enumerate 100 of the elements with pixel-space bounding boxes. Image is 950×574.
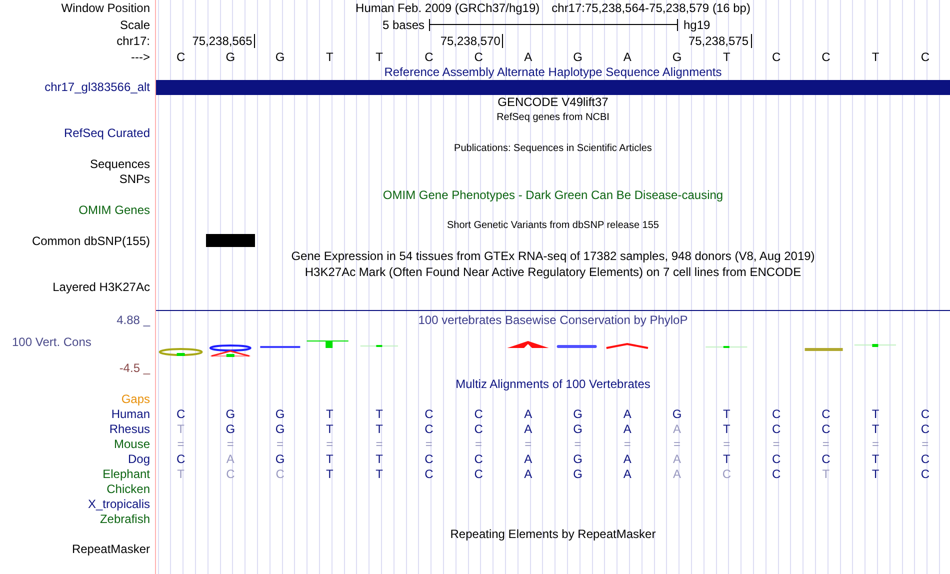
aligned-base: C <box>920 453 930 466</box>
aligned-base: T <box>822 468 830 480</box>
species-label: Dog <box>128 453 150 466</box>
base-letter: A <box>524 50 532 62</box>
species-label: Mouse <box>114 438 150 450</box>
base-letter: C <box>424 50 434 62</box>
track-label: RefSeq Curated <box>64 127 150 140</box>
track-label: chr17: <box>116 35 150 47</box>
aligned-base: = <box>376 438 383 450</box>
aligned-base: A <box>623 423 632 436</box>
alignment-bar[interactable] <box>156 80 950 95</box>
aligned-base: A <box>524 408 532 420</box>
aligned-base: A <box>623 453 632 466</box>
conservation-mark <box>306 340 349 348</box>
position-tick: 75,238,565 <box>192 34 256 48</box>
aligned-base: A <box>673 453 682 466</box>
track-label: SNPs <box>119 173 150 186</box>
aligned-base: T <box>376 408 383 420</box>
track-subtitle: RefSeq genes from NCBI <box>496 112 610 123</box>
base-letter: G <box>573 50 582 62</box>
aligned-base: C <box>424 423 434 436</box>
aligned-base: = <box>674 438 681 450</box>
position-tick: 75,238,570 <box>440 34 504 48</box>
conservation-mark <box>854 344 896 347</box>
aligned-base: G <box>275 423 285 436</box>
aligned-base: C <box>176 408 186 420</box>
aligned-base: T <box>872 453 880 466</box>
conservation-mark <box>260 346 300 348</box>
aligned-base: C <box>920 468 930 480</box>
aligned-base: = <box>425 438 432 450</box>
track-label: Layered H3K27Ac <box>52 281 150 294</box>
track-label: Scale <box>120 18 150 30</box>
track-subtitle: Short Genetic Variants from dbSNP release 155 <box>447 220 659 231</box>
track-label: Sequences <box>90 158 150 170</box>
aligned-base: C <box>176 453 186 466</box>
aligned-base: C <box>772 468 781 480</box>
base-letter: C <box>176 50 186 62</box>
track-label: Window Position <box>61 2 150 14</box>
track-label: OMIM Genes <box>78 204 150 216</box>
species-label: Rhesus <box>109 423 150 436</box>
aligned-base: = <box>574 438 582 450</box>
base-letter: T <box>326 50 334 62</box>
track-subtitle: Publications: Sequences in Scientific Articles <box>454 144 652 154</box>
species-label: Zebrafish <box>100 513 150 526</box>
aligned-base: A <box>524 423 532 436</box>
aligned-base: T <box>723 408 730 420</box>
track-title: H3K27Ac Mark (Often Found Near Active Regulatory Elements) on 7 cell lines from ENCODE <box>304 266 802 278</box>
track-title: Reference Assembly Alternate Haplotype Sequence Alignments <box>384 66 722 78</box>
aligned-base: C <box>920 423 930 436</box>
track-label: chr17_gl383566_alt <box>44 81 150 94</box>
aligned-base: T <box>872 468 880 480</box>
aligned-base: T <box>872 408 880 420</box>
aligned-base: T <box>872 423 880 436</box>
conservation-mark <box>804 348 843 351</box>
aligned-base: = <box>723 438 730 450</box>
aligned-base: T <box>376 468 383 480</box>
axis-min-label: -4.5 _ <box>119 362 150 376</box>
base-letter: C <box>822 50 830 62</box>
aligned-base: T <box>326 468 334 480</box>
aligned-base: T <box>326 423 334 436</box>
aligned-base: C <box>822 453 830 466</box>
aligned-base: G <box>226 408 236 420</box>
aligned-base: C <box>822 423 830 436</box>
aligned-base: A <box>673 423 682 436</box>
scale-text: 5 bases <box>382 18 426 30</box>
aligned-base: A <box>226 453 234 466</box>
aligned-base: C <box>772 423 781 436</box>
assembly-name: hg19 <box>682 18 712 30</box>
aligned-base: = <box>822 438 830 450</box>
aligned-base: C <box>474 468 483 480</box>
conservation-mark <box>209 344 252 357</box>
track-title: Repeating Elements by RepeatMasker <box>450 528 656 540</box>
aligned-base: T <box>326 408 334 420</box>
aligned-base: C <box>276 468 284 480</box>
position-tick: 75,238,575 <box>688 34 752 48</box>
aligned-base: C <box>474 408 483 420</box>
aligned-base: C <box>920 408 930 420</box>
aligned-base: G <box>573 468 582 480</box>
track-title: 100 vertebrates Basewise Conservation by PhyloP <box>418 314 688 326</box>
aligned-base: T <box>723 423 730 436</box>
base-letter: T <box>872 50 880 62</box>
aligned-base: G <box>226 423 236 436</box>
base-letter: A <box>623 50 632 62</box>
aligned-base: = <box>922 438 929 450</box>
aligned-base: = <box>276 438 284 450</box>
aligned-base: C <box>722 468 732 480</box>
genome-assembly: Human Feb. 2009 (GRCh37/hg19) <box>356 2 540 14</box>
aligned-base: = <box>772 438 780 450</box>
aligned-base: C <box>822 408 830 420</box>
species-label: X_tropicalis <box>88 498 150 510</box>
aligned-base: T <box>376 453 383 466</box>
aligned-base: A <box>524 468 532 480</box>
conservation-mark <box>556 344 597 348</box>
aligned-base: C <box>424 408 434 420</box>
aligned-base: = <box>524 438 532 450</box>
conservation-mark <box>705 346 748 348</box>
aligned-base: C <box>424 453 434 466</box>
snp-mark[interactable] <box>206 234 256 248</box>
base-letter: G <box>672 50 682 62</box>
aligned-base: A <box>673 468 682 480</box>
